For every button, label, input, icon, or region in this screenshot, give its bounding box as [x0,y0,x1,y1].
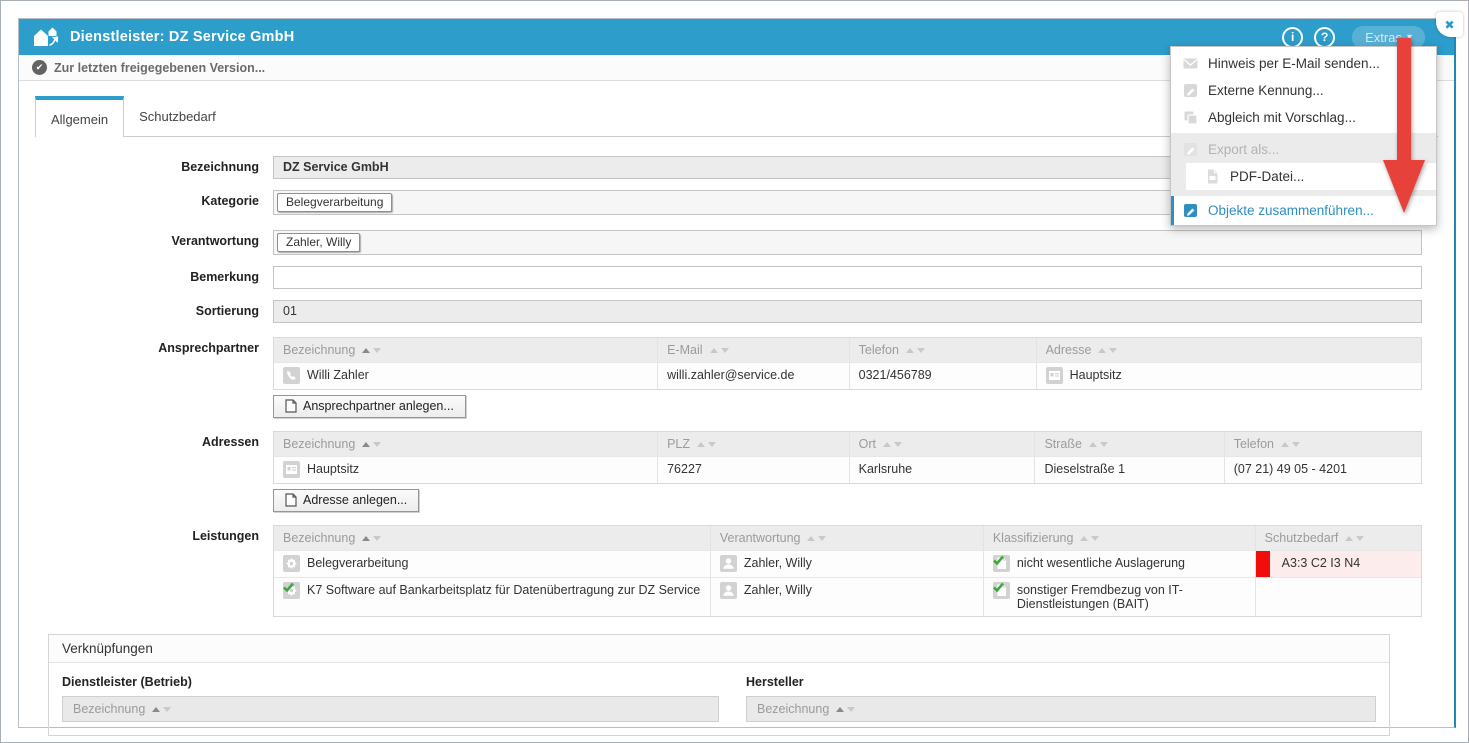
service-provider-icon [32,25,59,50]
page: Dienstleister: DZ Service GmbH i ? Extra… [0,0,1469,743]
verknuepfungen-title: Verknüpfungen [49,635,1389,663]
email-icon [1182,55,1199,72]
check-icon [283,582,294,592]
verantwortung-chip[interactable]: Zahler, Willy [277,233,360,252]
bemerkung-label: Bemerkung [19,266,273,284]
table-row[interactable]: K7 Software auf Bankarbeitsplatz für Dat… [274,577,1421,616]
help-icon[interactable]: ? [1314,27,1335,48]
leistungen-table: Bezeichnung Verantwortung Klassifizierun… [273,525,1422,617]
table-row[interactable]: Willi Zahler willi.zahler@service.de 032… [274,362,1421,389]
column-header[interactable]: Telefon [1224,432,1421,456]
menu-item-objekte-zusammenfuehren[interactable]: Objekte zusammenführen... [1171,196,1436,225]
sortierung-field[interactable]: 01 [273,300,1422,323]
tab-schutzbedarf[interactable]: Schutzbedarf [124,96,231,136]
check-icon [993,582,1004,592]
extras-button-label: Extras [1365,30,1402,45]
info-icon[interactable]: i [1282,27,1303,48]
person-icon [720,582,737,599]
menu-item-export-als[interactable]: Export als... [1171,136,1436,163]
page-title: Dienstleister: DZ Service GmbH [70,29,294,45]
column-header[interactable]: Klassifizierung [983,526,1255,550]
hersteller-label: Hersteller [746,675,1376,689]
column-header[interactable]: PLZ [657,432,849,456]
person-icon [720,555,737,572]
verknuepfungen-section: Verknüpfungen Dienstleister (Betrieb) Be… [48,634,1390,736]
adressen-table: Bezeichnung PLZ Ort Straße Telefon Haupt… [273,431,1422,484]
tab-allgemein[interactable]: Allgemein [35,96,124,137]
column-header[interactable]: Verantwortung [710,526,983,550]
address-icon [283,461,300,478]
sortierung-label: Sortierung [19,300,273,318]
bezeichnung-label: Bezeichnung [19,156,273,174]
check-icon [993,555,1004,565]
adresse-anlegen-button[interactable]: Adresse anlegen... [273,489,419,512]
verantwortung-field[interactable]: Zahler, Willy [273,230,1422,255]
column-header[interactable]: Bezeichnung [274,526,710,550]
column-header[interactable]: Ort [849,432,1035,456]
ansprechpartner-table: Bezeichnung E-Mail Telefon Adresse Willi… [273,337,1422,390]
column-header[interactable]: Bezeichnung [274,432,657,456]
table-row[interactable]: Belegverarbeitung Zahler, Willy nicht we… [274,550,1421,577]
extras-dropdown-menu: Hinweis per E-Mail senden... Externe Ken… [1170,46,1437,226]
menu-item-pdf-datei[interactable]: PDF-Datei... [1186,163,1436,190]
export-menu-group: Export als... PDF-Datei... [1171,133,1436,196]
column-header[interactable]: Bezeichnung [274,338,657,362]
export-icon [1182,141,1199,158]
column-header[interactable]: Telefon [849,338,1036,362]
dienstleister-betrieb-label: Dienstleister (Betrieb) [62,675,719,689]
pdf-file-icon [1204,168,1221,185]
schutzbedarf-cell: A3:3 C2 I3 N4 [1255,551,1421,577]
address-icon [1046,367,1063,384]
chevron-down-icon: ▾ [1407,32,1412,43]
service-gear-icon [283,555,300,572]
menu-item-abgleich-vorschlag[interactable]: Abgleich mit Vorschlag... [1171,104,1436,131]
menu-item-externe-kennung[interactable]: Externe Kennung... [1171,77,1436,104]
form-content: Bezeichnung DZ Service GmbH Kategorie Be… [19,137,1454,736]
column-header[interactable]: Adresse [1036,338,1421,362]
check-circle-icon: ✔ [32,60,47,75]
table-row[interactable]: Hauptsitz 76227 Karlsruhe Dieselstraße 1… [274,456,1421,483]
service-gear-icon [283,582,300,599]
column-header[interactable]: E-Mail [657,338,849,362]
ansprechpartner-label: Ansprechpartner [19,337,273,355]
classification-document-icon [993,555,1010,572]
new-document-icon [285,493,297,507]
adressen-label: Adressen [19,431,273,449]
contact-phone-icon [283,367,300,384]
verantwortung-label: Verantwortung [19,230,273,248]
menu-item-hinweis-email[interactable]: Hinweis per E-Mail senden... [1171,50,1436,77]
edit-icon [1182,82,1199,99]
risk-red-indicator [1256,551,1270,577]
last-released-version-link[interactable]: Zur letzten freigegebenen Version... [54,61,265,75]
column-header[interactable]: Straße [1034,432,1223,456]
kategorie-chip[interactable]: Belegverarbeitung [277,193,392,212]
ansprechpartner-anlegen-button[interactable]: Ansprechpartner anlegen... [273,395,466,418]
hersteller-table-header[interactable]: Bezeichnung [746,696,1376,722]
bemerkung-input[interactable] [273,266,1422,289]
new-document-icon [285,399,297,413]
kategorie-label: Kategorie [19,190,273,208]
leistungen-label: Leistungen [19,525,273,543]
copy-icon [1182,109,1199,126]
dienstleister-betrieb-table-header[interactable]: Bezeichnung [62,696,719,722]
merge-objects-icon [1182,202,1199,219]
classification-document-icon [993,582,1010,599]
column-header[interactable]: Schutzbedarf [1255,526,1421,550]
